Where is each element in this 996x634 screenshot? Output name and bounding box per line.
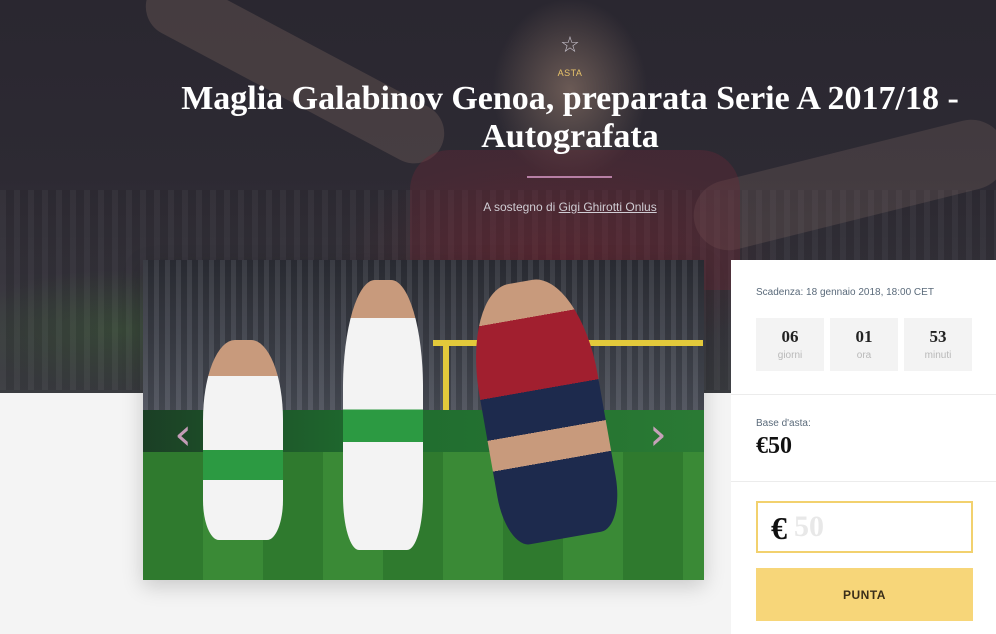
- main-product-image: [143, 260, 704, 580]
- countdown-days: 06 giorni: [756, 318, 824, 371]
- countdown-unit: ora: [856, 350, 872, 361]
- support-prefix: A sostegno di: [483, 200, 556, 214]
- image-player-1: [203, 340, 283, 540]
- countdown-timer: 06 giorni 01 ora 53 minuti: [756, 318, 972, 371]
- countdown-value: 06: [781, 327, 799, 346]
- image-goal-post: [443, 340, 449, 410]
- bid-amount-input[interactable]: [794, 507, 964, 547]
- base-price-value: €50: [756, 433, 792, 459]
- countdown-unit: minuti: [924, 350, 952, 361]
- countdown-value: 53: [929, 327, 947, 346]
- charity-link[interactable]: Gigi Ghirotti Onlus: [559, 200, 657, 214]
- bid-currency-symbol: €: [771, 510, 787, 546]
- auction-type-label: ASTA: [557, 68, 583, 78]
- countdown-minutes: 53 minuti: [904, 318, 972, 371]
- bid-button[interactable]: PUNTA: [756, 568, 973, 621]
- bid-field[interactable]: €: [756, 501, 973, 553]
- auction-sidebar: Scadenza: 18 gennaio 2018, 18:00 CET 06 …: [731, 260, 996, 634]
- base-price-label: Base d'asta:: [756, 418, 811, 429]
- deadline-value: 18 gennaio 2018, 18:00 CET: [806, 287, 934, 298]
- star-icon[interactable]: ☆: [558, 34, 582, 58]
- image-player-2: [343, 280, 423, 550]
- deadline-label: Scadenza:: [756, 287, 804, 298]
- page-title: Maglia Galabinov Genoa, preparata Serie …: [181, 80, 959, 155]
- deadline: Scadenza: 18 gennaio 2018, 18:00 CET: [756, 287, 934, 298]
- chevron-left-icon[interactable]: ‹: [168, 410, 198, 460]
- title-divider: [527, 176, 612, 178]
- countdown-value: 01: [855, 327, 873, 346]
- divider: [731, 394, 996, 395]
- divider: [731, 481, 996, 482]
- countdown-unit: giorni: [777, 350, 803, 361]
- chevron-right-icon[interactable]: ›: [643, 410, 673, 460]
- countdown-hours: 01 ora: [830, 318, 898, 371]
- support-line: A sostegno di Gigi Ghirotti Onlus: [420, 200, 720, 214]
